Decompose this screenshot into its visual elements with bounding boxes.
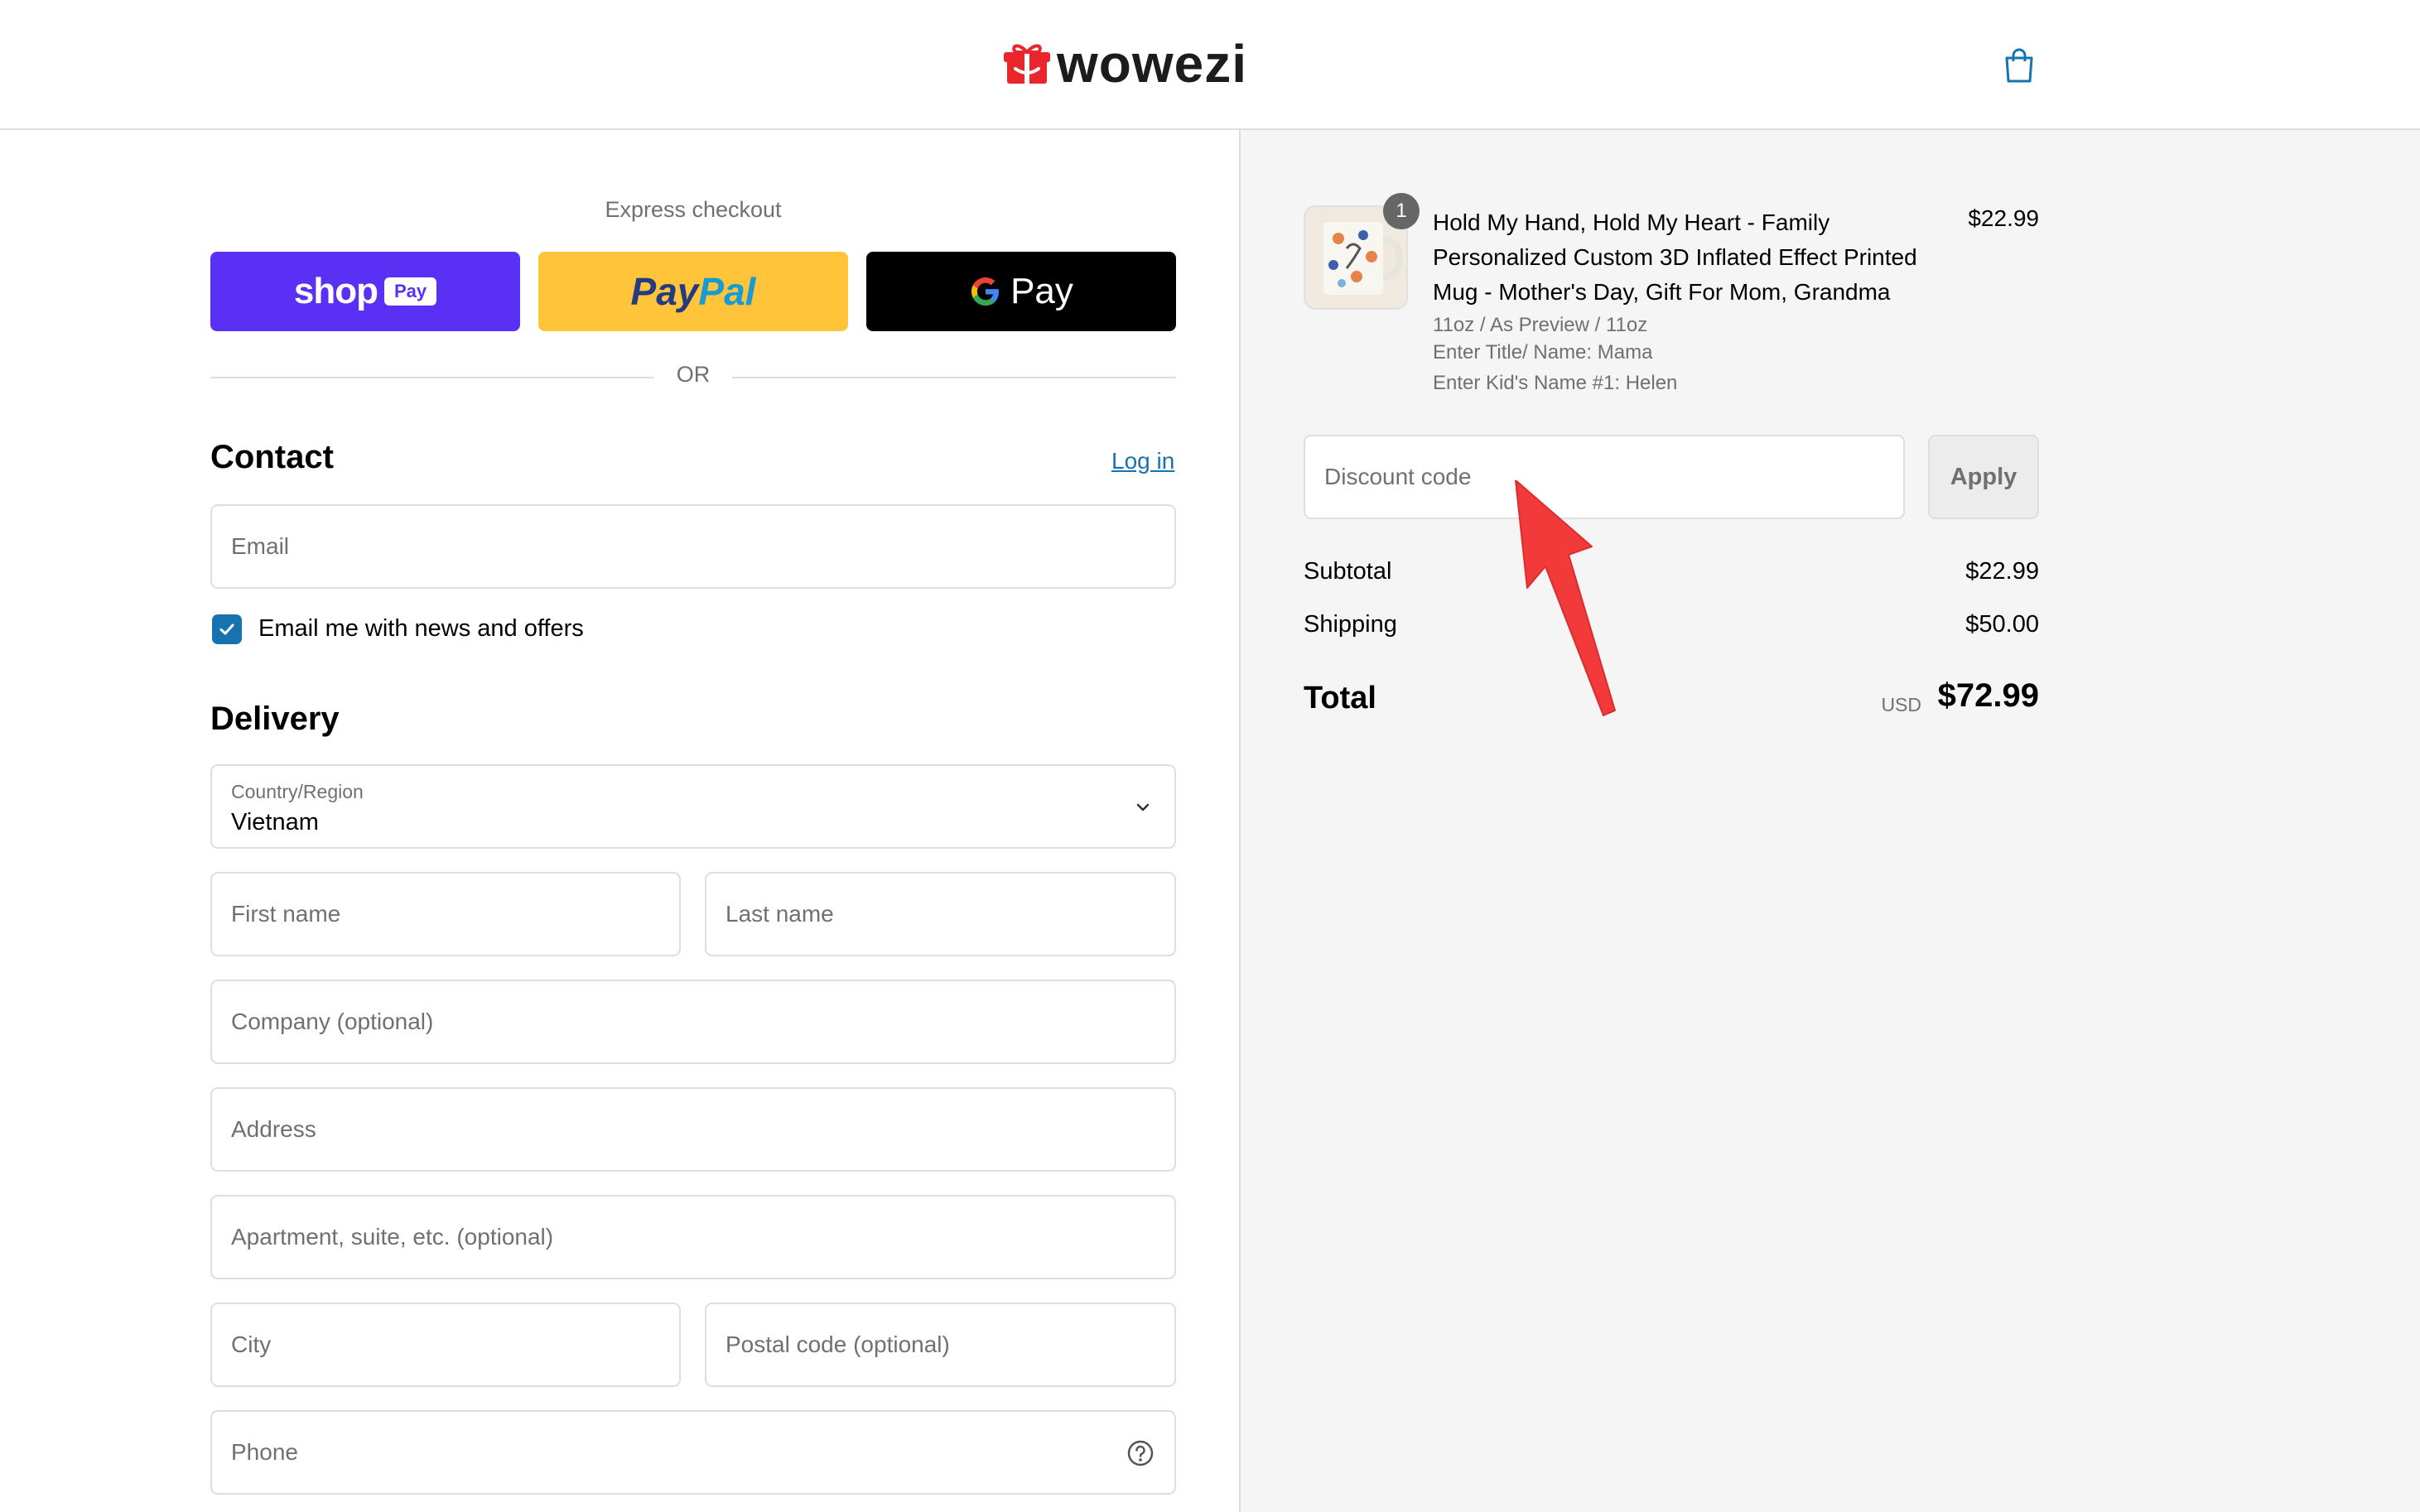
delivery-heading: Delivery — [210, 701, 340, 737]
apply-discount-button[interactable]: Apply — [1928, 435, 2039, 519]
news-checkbox[interactable] — [212, 614, 242, 644]
brand-logo[interactable]: wowezi — [1004, 35, 1247, 93]
phone-placeholder: Phone — [231, 1439, 298, 1465]
login-link[interactable]: Log in — [1111, 448, 1174, 474]
divider-right — [732, 377, 1176, 378]
total-currency: USD — [1881, 694, 1921, 715]
google-pay-button[interactable]: Pay — [866, 252, 1176, 331]
country-value: Vietnam — [231, 809, 319, 835]
divider-left — [210, 377, 654, 378]
shipping-label: Shipping — [1304, 611, 1397, 638]
apartment-field[interactable]: Apartment, suite, etc. (optional) — [210, 1195, 1176, 1279]
city-field[interactable]: City — [210, 1303, 681, 1387]
last-name-placeholder: Last name — [726, 901, 834, 927]
shipping-value: $50.00 — [1965, 611, 2039, 638]
chevron-down-icon — [1136, 803, 1150, 811]
paypal-wordmark-pal: Pal — [698, 270, 756, 313]
company-placeholder: Company (optional) — [231, 1009, 434, 1034]
postal-code-placeholder: Postal code (optional) — [726, 1331, 950, 1357]
address-placeholder: Address — [231, 1116, 316, 1142]
company-field[interactable]: Company (optional) — [210, 980, 1176, 1064]
phone-field[interactable]: Phone — [210, 1410, 1176, 1495]
email-placeholder: Email — [231, 533, 290, 559]
google-g-icon — [971, 277, 1000, 306]
header: wowezi — [0, 0, 2420, 130]
product-title: Hold My Hand, Hold My Heart - Family Per… — [1433, 209, 1917, 305]
shop-pay-wordmark: shop — [293, 271, 378, 311]
product-meta-title: Enter Title/ Name: Mama — [1433, 341, 1653, 364]
subtotal-label: Subtotal — [1304, 558, 1392, 585]
checkmark-icon — [219, 624, 234, 635]
country-label: Country/Region — [231, 781, 364, 802]
news-checkbox-label: Email me with news and offers — [258, 615, 584, 642]
postal-code-field[interactable]: Postal code (optional) — [705, 1303, 1176, 1387]
gift-icon — [1004, 44, 1050, 84]
last-name-field[interactable]: Last name — [705, 872, 1176, 956]
country-select[interactable]: Country/Region Vietnam — [210, 764, 1176, 849]
question-circle-icon[interactable] — [1126, 1439, 1155, 1467]
google-pay-label: Pay — [1010, 271, 1073, 311]
discount-code-placeholder: Discount code — [1324, 464, 1472, 489]
city-placeholder: City — [231, 1331, 272, 1357]
paypal-button[interactable]: Pay Pal — [538, 252, 848, 331]
or-separator: OR — [676, 362, 711, 387]
express-checkout-title: Express checkout — [605, 197, 782, 222]
shop-pay-button[interactable]: shop Pay — [210, 252, 520, 331]
apartment-placeholder: Apartment, suite, etc. (optional) — [231, 1224, 554, 1250]
shopping-bag-icon[interactable] — [2003, 48, 2036, 84]
brand-name: wowezi — [1057, 34, 1248, 94]
email-field[interactable]: Email — [210, 504, 1176, 589]
quantity-badge: 1 — [1383, 193, 1420, 229]
shop-pay-pill: Pay — [383, 277, 437, 306]
first-name-placeholder: First name — [231, 901, 341, 927]
subtotal-value: $22.99 — [1965, 558, 2039, 585]
first-name-field[interactable]: First name — [210, 872, 681, 956]
address-field[interactable]: Address — [210, 1087, 1176, 1172]
contact-heading: Contact — [210, 439, 334, 475]
order-summary-panel — [1239, 130, 2420, 1512]
product-meta-kid: Enter Kid's Name #1: Helen — [1433, 372, 1678, 394]
annotation-arrow-icon — [1515, 480, 1616, 716]
total-label: Total — [1304, 681, 1376, 715]
total-value: $72.99 — [1937, 677, 2039, 714]
product-variant: 11oz / As Preview / 11oz — [1433, 314, 1648, 336]
product-price: $22.99 — [1968, 205, 2039, 231]
paypal-wordmark-pay: Pay — [630, 270, 699, 313]
